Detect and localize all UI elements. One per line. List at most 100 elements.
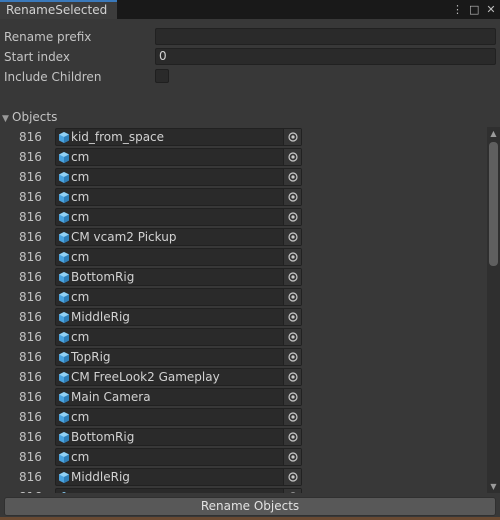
gameobject-icon [59,372,69,383]
object-field[interactable]: CM vcam2 Pickup [55,228,302,246]
object-field[interactable]: cm [55,288,302,306]
gameobject-icon [59,172,69,183]
object-picker-icon[interactable] [283,189,301,205]
foldout-arrow-icon: ▼ [2,114,9,124]
window-tab[interactable]: RenameSelected [0,0,117,19]
object-picker-icon[interactable] [283,329,301,345]
object-field[interactable]: cm [55,448,302,466]
object-picker-icon[interactable] [283,349,301,365]
object-field[interactable]: cm [55,328,302,346]
object-field-name: cm [71,290,90,304]
object-field-name: MiddleRig [71,470,130,484]
include-children-label: Include Children [4,70,102,84]
object-field[interactable]: BottomRig [55,268,302,286]
object-field[interactable]: BottomRig [55,428,302,446]
include-children-checkbox[interactable] [155,69,169,83]
object-row: 816 cm [0,327,486,347]
object-picker-icon[interactable] [283,249,301,265]
object-row-index: 816 [19,290,42,304]
object-field[interactable]: cm [55,408,302,426]
object-field[interactable]: kid_from_space [55,128,302,146]
object-row: 816 BottomRig [0,267,486,287]
gameobject-icon [59,392,69,403]
object-row-index: 816 [19,430,42,444]
object-field[interactable]: MiddleRig [55,468,302,486]
object-field-name: cm [71,410,90,424]
gameobject-icon [59,152,69,163]
gameobject-icon [59,252,69,263]
gameobject-icon [59,452,69,463]
object-field-name: cm [71,150,90,164]
objects-foldout[interactable]: ▼ Objects [2,109,57,125]
maximize-icon[interactable]: □ [469,3,479,16]
gameobject-icon [59,312,69,323]
object-picker-icon[interactable] [283,409,301,425]
object-picker-icon[interactable] [283,309,301,325]
object-row-index: 816 [19,310,42,324]
object-picker-icon[interactable] [283,169,301,185]
object-field-name: MiddleRig [71,310,130,324]
gameobject-icon [59,352,69,363]
object-field[interactable]: cm [55,188,302,206]
object-field[interactable]: Main Camera [55,388,302,406]
object-row: 816 MiddleRig [0,467,486,487]
object-field-name: cm [71,190,90,204]
object-picker-icon[interactable] [283,429,301,445]
object-field-name: cm [71,250,90,264]
object-field-name: cm [71,450,90,464]
objects-foldout-label: Objects [12,110,58,124]
object-row-index: 816 [19,450,42,464]
object-row: 816 cm [0,287,486,307]
gameobject-icon [59,292,69,303]
window-titlebar: RenameSelected ⋮ □ ✕ [0,0,500,19]
object-field[interactable]: cm [55,248,302,266]
object-field[interactable]: cm [55,168,302,186]
rename-prefix-input[interactable] [155,28,496,45]
object-row: 816 MiddleRig [0,307,486,327]
scrollbar-thumb[interactable] [489,142,498,266]
object-row-index: 816 [19,330,42,344]
object-row-index: 816 [19,130,42,144]
menu-icon[interactable]: ⋮ [452,3,463,16]
gameobject-icon [59,132,69,143]
window-controls: ⋮ □ ✕ [452,1,496,18]
object-row-index: 816 [19,489,42,493]
object-field[interactable]: cm [55,148,302,166]
object-row-index: 816 [19,370,42,384]
object-picker-icon[interactable] [283,289,301,305]
object-picker-icon[interactable] [283,489,301,493]
object-field-name: TopRig [71,350,111,364]
object-picker-icon[interactable] [283,149,301,165]
start-index-input[interactable]: 0 [155,48,496,65]
scroll-up-icon[interactable]: ▲ [487,127,500,140]
object-row: 816 cm [0,407,486,427]
object-picker-icon[interactable] [283,269,301,285]
scroll-down-icon[interactable]: ▼ [487,480,500,493]
object-field[interactable] [55,488,302,493]
object-field-name: CM vcam2 Pickup [71,230,177,244]
object-row-index: 816 [19,350,42,364]
object-row-index: 816 [19,250,42,264]
object-row: 816 BottomRig [0,427,486,447]
close-icon[interactable]: ✕ [486,3,496,16]
object-row-index: 816 [19,410,42,424]
object-picker-icon[interactable] [283,209,301,225]
object-picker-icon[interactable] [283,369,301,385]
object-field-name: cm [71,330,90,344]
objects-scrollbar[interactable]: ▲ ▼ [487,127,500,493]
object-picker-icon[interactable] [283,129,301,145]
object-picker-icon[interactable] [283,469,301,485]
object-row-index: 816 [19,230,42,244]
object-field[interactable]: CM FreeLook2 Gameplay [55,368,302,386]
object-field[interactable]: cm [55,208,302,226]
object-field[interactable]: TopRig [55,348,302,366]
object-field[interactable]: MiddleRig [55,308,302,326]
object-picker-icon[interactable] [283,389,301,405]
object-picker-icon[interactable] [283,449,301,465]
gameobject-icon [59,412,69,423]
object-picker-icon[interactable] [283,229,301,245]
object-row: 816 Main Camera [0,387,486,407]
gameobject-icon [59,432,69,443]
object-row: 816 cm [0,187,486,207]
rename-objects-button[interactable]: Rename Objects [4,497,496,516]
